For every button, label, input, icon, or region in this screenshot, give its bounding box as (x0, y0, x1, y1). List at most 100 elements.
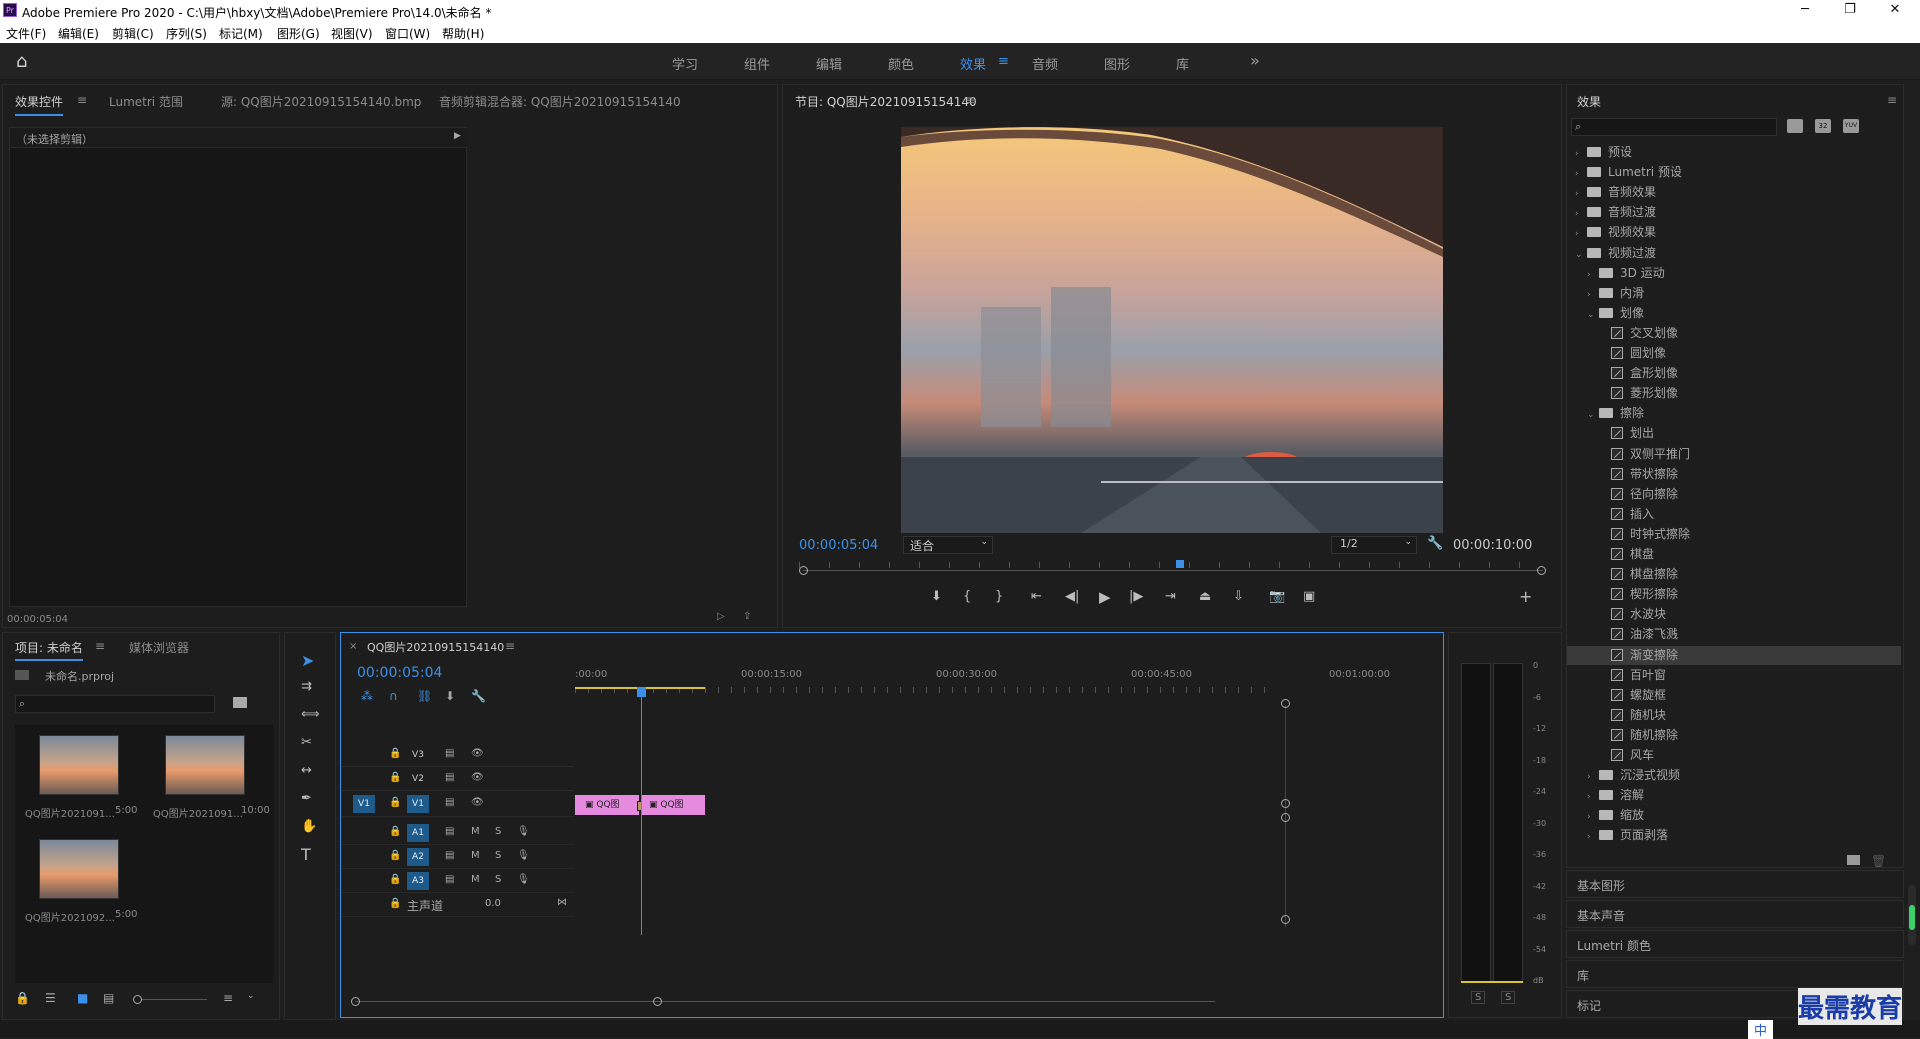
timeline-playhead[interactable] (641, 689, 642, 935)
go-to-out-icon[interactable]: ⇥ (1165, 589, 1176, 604)
effects-folder[interactable]: ⌄ 划像 (1567, 304, 1901, 323)
right-scrollbar[interactable] (1908, 885, 1916, 945)
tab-sequence[interactable]: QQ图片20210915154140 (367, 639, 504, 655)
more-workspaces-icon[interactable]: » (1250, 51, 1260, 70)
effect-item[interactable]: 圆划像 (1567, 344, 1901, 363)
timeline-settings-icon[interactable]: 🔧 (471, 689, 486, 703)
lock-icon[interactable]: 🔒 (15, 991, 30, 1005)
close-tab-icon[interactable]: × (349, 641, 357, 652)
film-icon[interactable]: ▤ (445, 797, 454, 808)
tab-lumetri-scopes[interactable]: Lumetri 范围 (109, 93, 183, 110)
effect-item[interactable]: 双侧平推门 (1567, 445, 1901, 464)
clip-1[interactable]: ▣ QQ图 (575, 795, 639, 815)
effect-item[interactable]: 菱形划像 (1567, 384, 1901, 403)
workspace-libraries[interactable]: 库 (1176, 54, 1189, 73)
workspace-graphics[interactable]: 图形 (1104, 54, 1130, 73)
workspace-effects[interactable]: 效果 (960, 54, 986, 73)
master-volume-value[interactable]: 0.0 (485, 898, 501, 909)
solo-left-button[interactable]: S (1471, 991, 1486, 1004)
chevron-right-icon[interactable]: › (1587, 788, 1599, 807)
lock-icon[interactable]: 🔒 (389, 850, 401, 861)
scroll-handle-bottom[interactable] (1281, 915, 1290, 924)
chevron-right-icon[interactable]: › (1575, 145, 1587, 164)
snap-icon[interactable]: ∩ (389, 689, 398, 703)
menu-window[interactable]: 窗口(W) (385, 25, 430, 42)
chevron-down-icon[interactable]: ⌄ (1575, 246, 1587, 265)
effect-item[interactable]: 楔形擦除 (1567, 585, 1901, 604)
type-tool-icon[interactable]: T (301, 845, 311, 864)
home-icon[interactable]: ⌂ (16, 51, 27, 72)
effects-folder[interactable]: › 音频效果 (1567, 183, 1901, 202)
nest-icon[interactable]: ⁂ (361, 689, 373, 703)
share-icon[interactable]: ⇪ (743, 611, 751, 622)
effects-folder[interactable]: › 视频效果 (1567, 223, 1901, 242)
effects-folder[interactable]: › Lumetri 预设 (1567, 163, 1901, 182)
effect-item[interactable]: 径向擦除 (1567, 485, 1901, 504)
delete-icon[interactable]: 🗑 (1871, 854, 1886, 868)
slip-tool-icon[interactable]: ↔ (301, 763, 312, 778)
add-button-icon[interactable]: + (1519, 587, 1532, 606)
zoom-slider-handle[interactable] (133, 995, 142, 1004)
chevron-right-icon[interactable]: › (1575, 225, 1587, 244)
effects-folder[interactable]: ⌄ 擦除 (1567, 404, 1901, 423)
mute-button[interactable]: M (471, 826, 480, 837)
track-select-tool-icon[interactable]: ⇉ (301, 679, 312, 694)
project-thumb-3[interactable] (39, 839, 119, 899)
chevron-down-icon[interactable]: ⌄ (1587, 406, 1599, 425)
scroll-handle-mid2[interactable] (1281, 813, 1290, 822)
eye-icon[interactable]: 👁 (471, 772, 484, 783)
export-frame-icon[interactable]: 📷 (1269, 589, 1285, 604)
menu-help[interactable]: 帮助(H) (442, 25, 484, 42)
mic-icon[interactable]: 🎙 (517, 874, 530, 885)
clip-2[interactable]: ▣ QQ图 (641, 795, 705, 815)
effects-folder[interactable]: › 溶解 (1567, 786, 1901, 805)
find-icon[interactable] (233, 697, 247, 708)
menu-graphics[interactable]: 图形(G) (277, 25, 320, 42)
effect-item[interactable]: 带状擦除 (1567, 465, 1901, 484)
effect-item[interactable]: 随机擦除 (1567, 726, 1901, 745)
menu-file[interactable]: 文件(F) (6, 25, 46, 42)
scrub-start-handle[interactable] (799, 566, 808, 575)
effects-menu-icon[interactable]: ≡ (1887, 93, 1897, 107)
program-timecode[interactable]: 00:00:05:04 (799, 538, 878, 553)
tab-effect-controls[interactable]: 效果控件 (15, 93, 64, 116)
ripple-edit-tool-icon[interactable]: ⟺ (301, 707, 320, 722)
effect-item[interactable]: 百叶窗 (1567, 666, 1901, 685)
extract-icon[interactable]: ⇩ (1233, 589, 1244, 604)
add-marker-icon[interactable]: ⬇ (445, 689, 455, 703)
workspace-editing[interactable]: 编辑 (816, 54, 842, 73)
chevron-right-icon[interactable]: › (1587, 808, 1599, 827)
menu-marker[interactable]: 标记(M) (219, 25, 263, 42)
chevron-right-icon[interactable]: › (1587, 266, 1599, 285)
lock-icon[interactable]: 🔒 (389, 826, 401, 837)
compare-view-icon[interactable]: ▣ (1303, 589, 1315, 604)
effect-item[interactable]: 随机块 (1567, 706, 1901, 725)
track-a2-label[interactable]: A2 (407, 848, 429, 866)
new-bin-icon[interactable] (1847, 855, 1860, 865)
effects-folder[interactable]: › 缩放 (1567, 806, 1901, 825)
hscroll-handle-right[interactable] (653, 997, 662, 1006)
solo-button[interactable]: S (495, 850, 501, 861)
hand-tool-icon[interactable]: ✋ (301, 819, 317, 834)
effect-item[interactable]: 棋盘擦除 (1567, 565, 1901, 584)
step-forward-icon[interactable]: |▶ (1129, 589, 1143, 604)
workspace-color[interactable]: 颜色 (888, 54, 914, 73)
film-icon[interactable]: ▤ (445, 850, 454, 861)
effect-item[interactable]: 划出 (1567, 424, 1901, 443)
chevron-down-icon[interactable]: ⌄ (1587, 306, 1599, 325)
lock-icon[interactable]: 🔒 (389, 748, 401, 759)
track-v3-label[interactable]: V3 (407, 746, 429, 764)
effect-item[interactable]: 插入 (1567, 505, 1901, 524)
effect-item[interactable]: 时钟式擦除 (1567, 525, 1901, 544)
scroll-thumb[interactable] (1909, 905, 1915, 930)
mark-out-icon[interactable]: } (995, 589, 1003, 604)
program-menu-icon[interactable]: ≡ (965, 93, 975, 107)
effects-folder[interactable]: › 音频过渡 (1567, 203, 1901, 222)
lock-icon[interactable]: 🔒 (389, 772, 401, 783)
razor-tool-icon[interactable]: ✂ (301, 735, 312, 750)
accelerated-effects-icon[interactable] (1787, 119, 1803, 133)
play-icon[interactable]: ▶ (1099, 588, 1111, 606)
track-v1-label[interactable]: V1 (407, 795, 429, 813)
pen-tool-icon[interactable]: ✒ (301, 791, 312, 806)
menu-clip[interactable]: 剪辑(C) (112, 25, 154, 42)
